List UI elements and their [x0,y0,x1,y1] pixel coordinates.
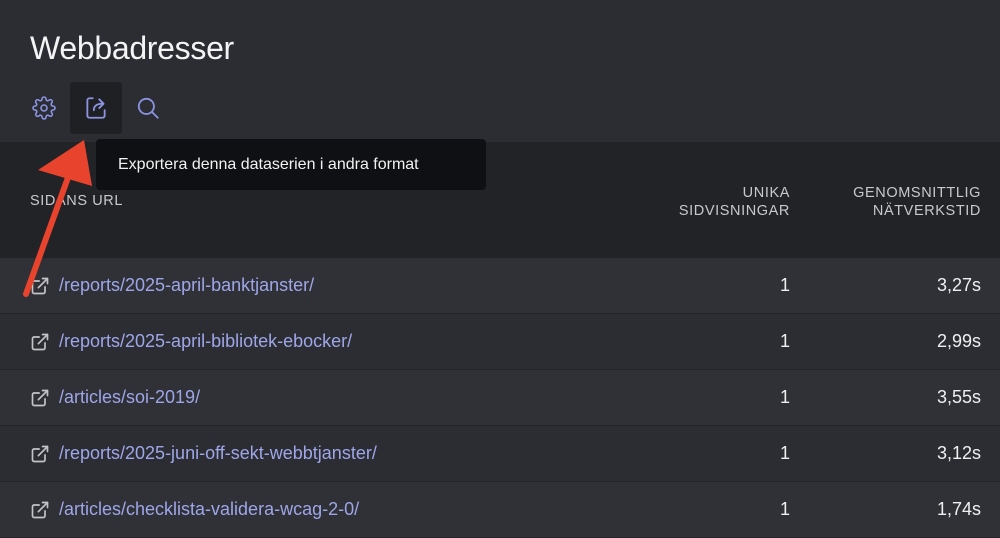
row-avg-network-time: 1,74s [936,499,981,519]
table-row: /articles/checklista-validera-wcag-2-0/ … [0,482,1000,538]
export-icon [86,97,106,119]
table-row: /articles/soi-2019/ 1 3,55s [0,370,1000,426]
page-title: Webbadresser [30,30,234,66]
external-link-icon[interactable] [30,444,50,464]
column-header-unique-pageviews[interactable]: UNIKA SIDVISNINGAR [679,184,790,220]
table-row: /reports/2025-april-bibliotek-ebocker/ 1… [0,314,1000,370]
row-url-link[interactable]: /reports/2025-juni-off-sekt-webbtjanster… [59,443,377,464]
row-url-link[interactable]: /articles/checklista-validera-wcag-2-0/ [59,499,359,520]
export-tooltip: Exportera denna dataserien i andra forma… [96,139,486,190]
table-row: /reports/2025-juni-off-sekt-webbtjanster… [0,426,1000,482]
table-row: /reports/2025-april-banktjanster/ 1 3,27… [0,258,1000,314]
search-button[interactable] [122,82,174,134]
gear-icon [32,96,56,120]
external-link-icon[interactable] [30,276,50,296]
row-url-link[interactable]: /reports/2025-april-bibliotek-ebocker/ [59,331,352,352]
row-avg-network-time: 3,12s [936,443,981,463]
row-unique-pageviews: 1 [779,443,790,463]
column-header-avg-network-time[interactable]: GENOMSNITTLIG NÄTVERKSTID [853,184,981,220]
row-unique-pageviews: 1 [779,331,790,351]
column-header-url[interactable]: SIDANS URL [30,192,123,210]
toolbar [18,82,174,134]
external-link-icon[interactable] [30,388,50,408]
row-url-link[interactable]: /reports/2025-april-banktjanster/ [59,275,314,296]
export-button[interactable] [70,82,122,134]
settings-button[interactable] [18,82,70,134]
row-avg-network-time: 3,27s [936,275,981,295]
search-icon [137,97,159,119]
row-avg-network-time: 2,99s [936,331,981,351]
row-unique-pageviews: 1 [779,499,790,519]
external-link-icon[interactable] [30,500,50,520]
row-unique-pageviews: 1 [779,387,790,407]
row-url-link[interactable]: /articles/soi-2019/ [59,387,200,408]
row-avg-network-time: 3,55s [936,387,981,407]
external-link-icon[interactable] [30,332,50,352]
row-unique-pageviews: 1 [779,275,790,295]
table-body: /reports/2025-april-banktjanster/ 1 3,27… [0,258,1000,538]
